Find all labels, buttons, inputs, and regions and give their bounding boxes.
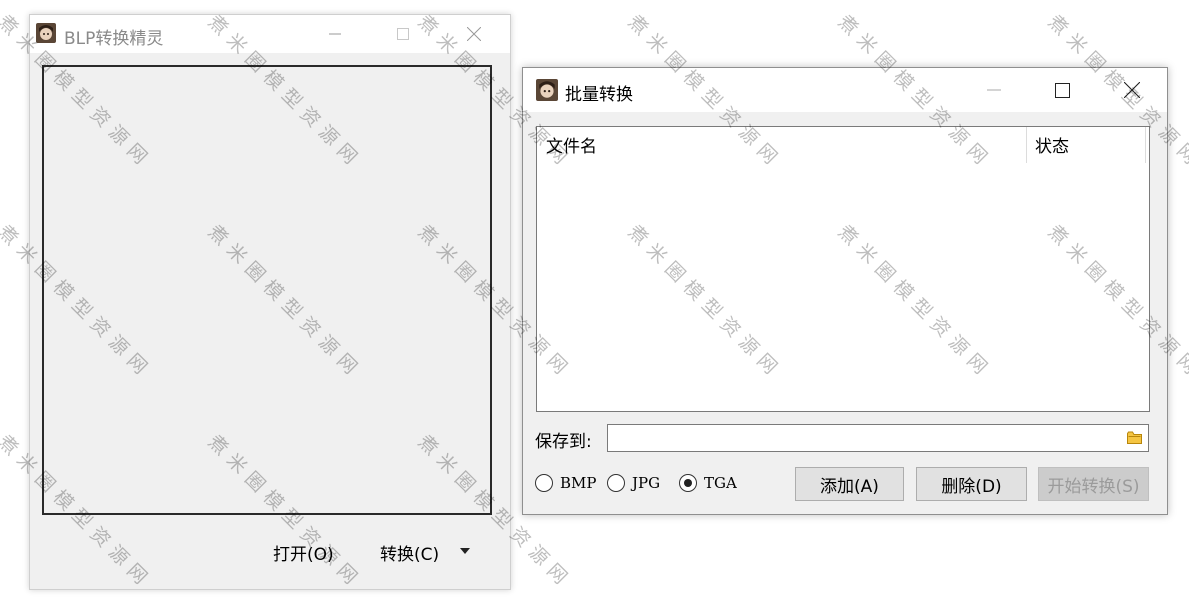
convert-dropdown-arrow-icon[interactable]	[460, 548, 470, 554]
column-header-filename[interactable]: 文件名	[546, 132, 597, 157]
minimize-button[interactable]	[971, 68, 1017, 112]
folder-icon[interactable]	[1127, 431, 1142, 444]
radio-circle[interactable]	[535, 474, 553, 492]
radio-label: TGA	[704, 474, 737, 492]
close-button[interactable]	[451, 15, 497, 53]
column-separator[interactable]	[1145, 127, 1146, 163]
list-header: 文件名 状态	[537, 127, 1149, 163]
maximize-button[interactable]	[380, 15, 426, 53]
open-button[interactable]: 打开(O)	[273, 540, 334, 565]
start-convert-button[interactable]: 开始转换(S)	[1038, 467, 1149, 501]
radio-circle[interactable]	[679, 474, 697, 492]
save-to-label: 保存到:	[535, 432, 592, 452]
delete-button[interactable]: 删除(D)	[916, 467, 1027, 501]
file-list[interactable]: 文件名 状态	[536, 126, 1150, 412]
app-icon	[36, 23, 56, 43]
window-title: BLP转换精灵	[64, 29, 164, 49]
radio-label: JPG	[632, 474, 661, 492]
window-title: 批量转换	[565, 85, 633, 105]
column-header-status[interactable]: 状态	[1035, 132, 1069, 157]
minimize-icon	[329, 33, 341, 35]
close-button[interactable]	[1109, 68, 1155, 112]
app-icon	[536, 79, 558, 101]
format-radio-bmp[interactable]: BMP	[535, 474, 596, 492]
image-preview-area	[42, 65, 492, 515]
radio-circle[interactable]	[607, 474, 625, 492]
close-icon	[467, 27, 481, 41]
maximize-icon	[397, 28, 409, 40]
minimize-button[interactable]	[312, 15, 358, 53]
batch-convert-window: 批量转换 文件名 状态 保存到: BMP JPG TGA 添加(A) 删除(D)…	[522, 67, 1168, 515]
add-button[interactable]: 添加(A)	[795, 467, 904, 501]
maximize-icon	[1054, 82, 1070, 98]
radio-label: BMP	[560, 474, 597, 492]
minimize-icon	[987, 89, 1001, 91]
maximize-button[interactable]	[1039, 68, 1085, 112]
column-separator[interactable]	[1026, 127, 1027, 163]
convert-button[interactable]: 转换(C)	[380, 540, 439, 565]
blp-converter-window: BLP转换精灵 打开(O) 转换(C)	[29, 14, 511, 590]
titlebar[interactable]: 批量转换	[523, 68, 1167, 112]
close-icon	[1124, 82, 1140, 98]
save-path-input[interactable]	[607, 424, 1149, 452]
titlebar[interactable]: BLP转换精灵	[30, 15, 510, 53]
format-radio-tga[interactable]: TGA	[679, 474, 737, 492]
format-radio-jpg[interactable]: JPG	[607, 474, 660, 492]
